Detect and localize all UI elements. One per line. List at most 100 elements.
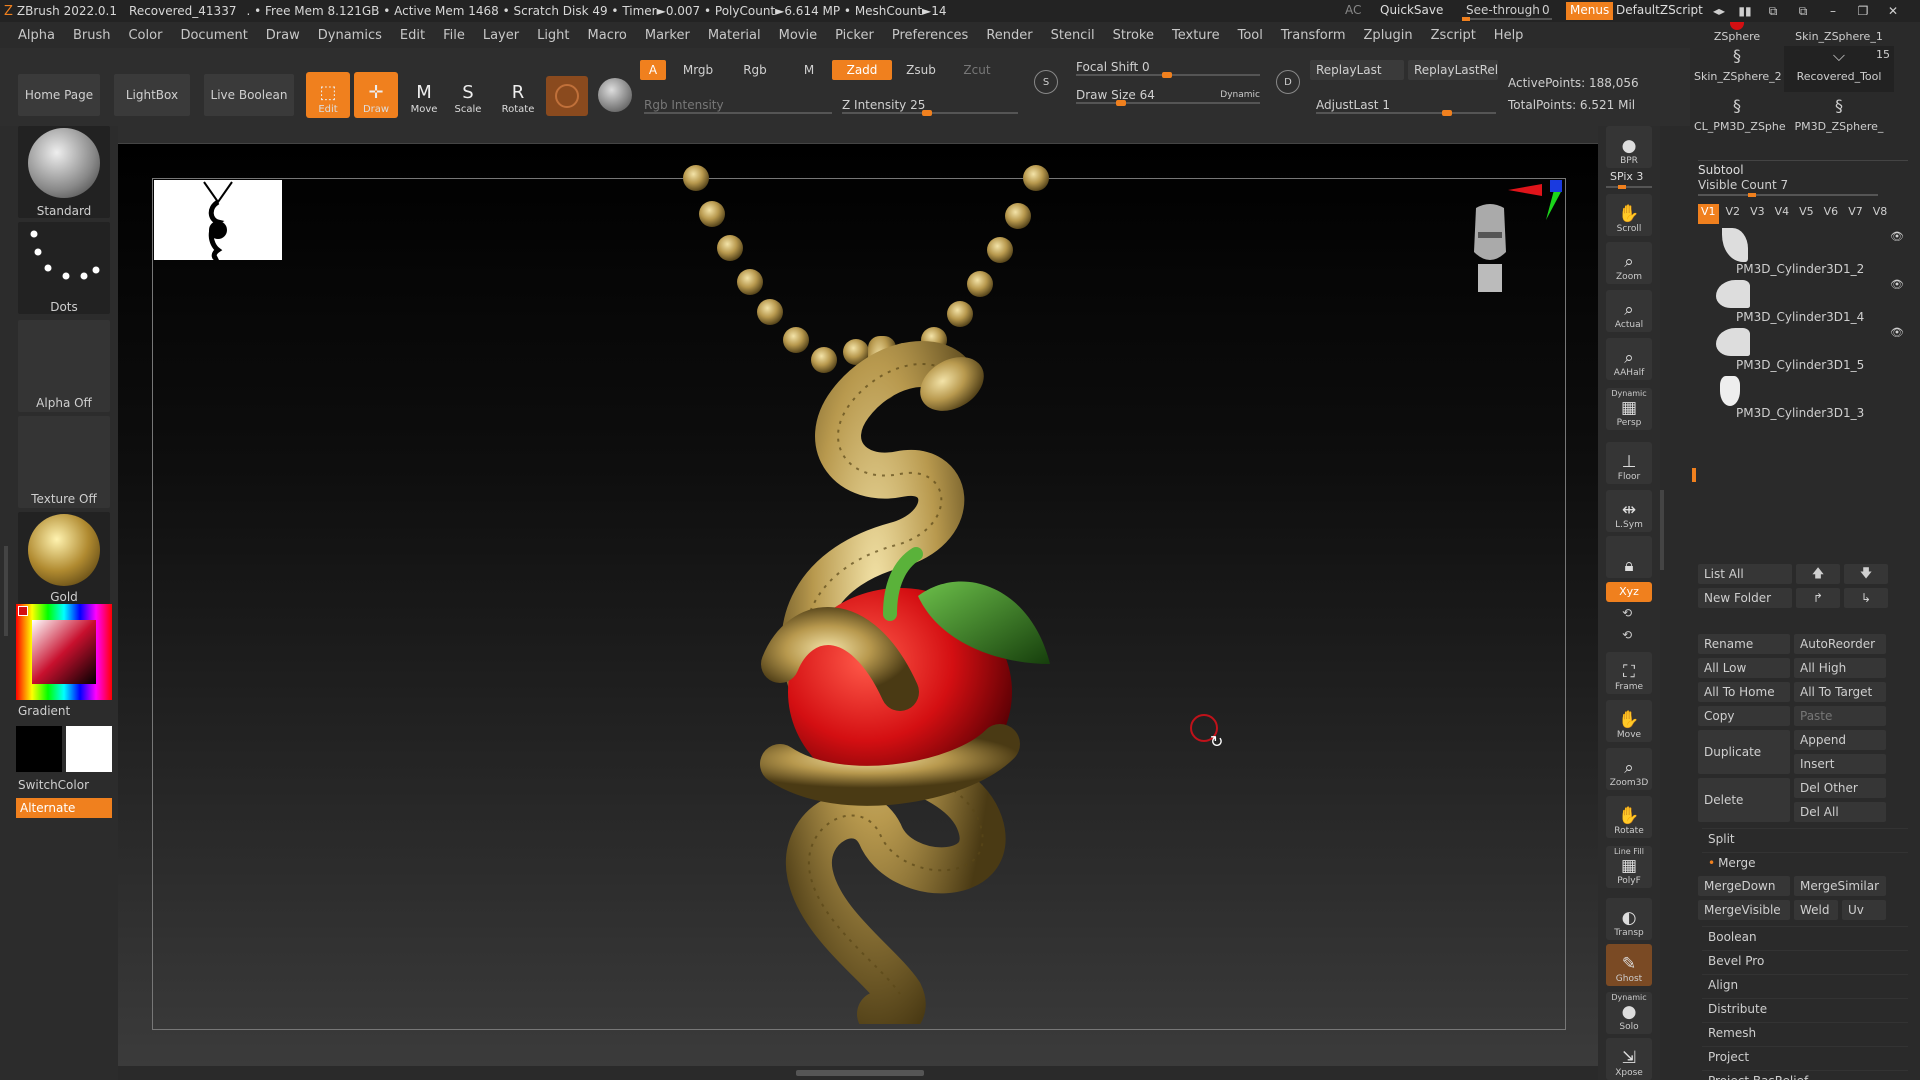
project-section[interactable]: Project [1702, 1046, 1908, 1066]
move-view-button[interactable]: ✋ Move [1606, 700, 1652, 742]
menu-color[interactable]: Color [119, 28, 171, 43]
lsym-button[interactable]: ⇹ L.Sym [1606, 490, 1652, 532]
actual-button[interactable]: ⌕ Actual [1606, 290, 1652, 332]
spix-slider[interactable]: SPix 3 [1606, 170, 1652, 189]
eye-icon[interactable]: 👁︎ [1890, 278, 1904, 291]
all-to-target-button[interactable]: All To Target [1794, 682, 1886, 702]
draw-size-slider[interactable]: Draw Size 64 Dynamic [1076, 88, 1260, 106]
version-v3[interactable]: V3 [1747, 204, 1768, 224]
menu-macro[interactable]: Macro [579, 28, 636, 43]
menu-help[interactable]: Help [1485, 28, 1533, 43]
quicksave-button[interactable]: QuickSave [1380, 3, 1443, 17]
replay-last-button[interactable]: ReplayLast [1310, 60, 1404, 80]
zadd-button[interactable]: Zadd [832, 60, 892, 80]
menu-edit[interactable]: Edit [391, 28, 434, 43]
align-section[interactable]: Align [1702, 974, 1908, 994]
del-other-button[interactable]: Del Other [1794, 778, 1886, 798]
default-zscript-button[interactable]: DefaultZScript [1616, 3, 1703, 17]
material-sphere-button[interactable] [546, 76, 588, 116]
del-all-button[interactable]: Del All [1794, 802, 1886, 822]
zsub-button[interactable]: Zsub [896, 60, 946, 80]
edit-button[interactable]: ⬚ Edit [306, 72, 350, 118]
move-down-button[interactable]: 🡇 [1844, 564, 1888, 584]
menus-toggle[interactable]: Menus [1566, 2, 1614, 20]
layout2-icon[interactable]: ⧉ [1790, 4, 1816, 19]
move-button[interactable]: M Move [402, 72, 446, 118]
minimize-icon[interactable]: – [1820, 4, 1846, 18]
layout-icon[interactable]: ⧉ [1760, 4, 1786, 19]
menu-stroke[interactable]: Stroke [1104, 28, 1163, 43]
primary-color-swatch[interactable] [16, 726, 62, 772]
axis-gizmo-icon[interactable] [1508, 178, 1568, 238]
version-v2[interactable]: V2 [1723, 204, 1744, 224]
move-up-button[interactable]: 🡅 [1796, 564, 1840, 584]
focal-shift-slider[interactable]: Focal Shift 0 [1076, 60, 1260, 78]
pendant-model[interactable] [600, 144, 1140, 1024]
scale-button[interactable]: S Scale [446, 72, 490, 118]
rename-button[interactable]: Rename [1698, 634, 1790, 654]
merge-similar-button[interactable]: MergeSimilar [1794, 876, 1886, 896]
all-low-button[interactable]: All Low [1698, 658, 1790, 678]
scroll-button[interactable]: ✋ Scroll [1606, 194, 1652, 236]
menu-zplugin[interactable]: Zplugin [1355, 28, 1422, 43]
menu-movie[interactable]: Movie [770, 28, 826, 43]
aahalf-button[interactable]: ⌕ AAHalf [1606, 338, 1652, 380]
menu-stencil[interactable]: Stencil [1042, 28, 1104, 43]
version-v7[interactable]: V7 [1845, 204, 1866, 224]
ac-label[interactable]: AC [1345, 3, 1361, 17]
menu-material[interactable]: Material [699, 28, 770, 43]
z-intensity-knob[interactable] [922, 110, 932, 116]
split-section[interactable]: Split [1702, 828, 1908, 848]
merge-down-button[interactable]: MergeDown [1698, 876, 1790, 896]
append-button[interactable]: Append [1794, 730, 1886, 750]
subtool-item[interactable]: PM3D_Cylinder3D1_4 👁︎ [1702, 276, 1908, 324]
merge-visible-button[interactable]: MergeVisible [1698, 900, 1790, 920]
visible-count-slider[interactable]: Visible Count 7 [1698, 178, 1878, 197]
zcut-button[interactable]: Zcut [952, 60, 1002, 80]
transp-button[interactable]: ◐ Transp [1606, 898, 1652, 940]
bpr-button[interactable]: ● BPR [1606, 126, 1652, 168]
all-high-button[interactable]: All High [1794, 658, 1886, 678]
persp-button[interactable]: Dynamic ▦ Persp [1606, 388, 1652, 430]
a-button[interactable]: A [640, 60, 666, 80]
m-button[interactable]: M [796, 60, 822, 80]
sphere-brush-icon[interactable] [598, 78, 632, 112]
live-boolean-button[interactable]: Live Boolean [204, 74, 294, 116]
solo-button[interactable]: Dynamic ● Solo [1606, 992, 1652, 1034]
autoreorder-button[interactable]: AutoReorder [1794, 634, 1886, 654]
rotate-y-icon[interactable]: ⟲ [1622, 606, 1632, 620]
maximize-icon[interactable]: ❐ [1850, 4, 1876, 18]
palette-icon[interactable]: ◂▸ [1708, 4, 1730, 18]
rgb-intensity-slider[interactable]: Rgb Intensity [644, 98, 832, 114]
rotate-z-icon[interactable]: ⟲ [1622, 628, 1632, 642]
uv-button[interactable]: Uv [1842, 900, 1886, 920]
ghost-button[interactable]: ✎ Ghost [1606, 944, 1652, 986]
tool-thumb-skin-zsphere-2[interactable]: § Skin_ZSphere_2 [1694, 46, 1782, 92]
eye-icon[interactable]: 👁︎ [1890, 326, 1904, 339]
menu-picker[interactable]: Picker [826, 28, 883, 43]
project-basrelief-section[interactable]: Project BasRelief [1702, 1070, 1908, 1080]
xpose-button[interactable]: ⇲ Xpose [1606, 1038, 1652, 1080]
copy-button[interactable]: Copy [1698, 706, 1790, 726]
draw-button[interactable]: ✛ Draw [354, 72, 398, 118]
color-picker[interactable] [16, 604, 112, 700]
rgb-button[interactable]: Rgb [730, 60, 780, 80]
subtool-item[interactable]: PM3D_Cylinder3D1_5 👁︎ [1702, 324, 1908, 372]
version-v6[interactable]: V6 [1821, 204, 1842, 224]
xyz-button[interactable]: Xyz [1606, 582, 1652, 602]
weld-button[interactable]: Weld [1794, 900, 1838, 920]
polyf-button[interactable]: Line Fill ▦ PolyF [1606, 846, 1652, 888]
palette2-icon[interactable]: ▮▮ [1734, 4, 1756, 18]
tool-thumb-skin-zsphere-1[interactable]: Skin_ZSphere_1 [1784, 22, 1894, 43]
menu-alpha[interactable]: Alpha [0, 28, 64, 43]
orientation-head-icon[interactable] [1470, 202, 1510, 298]
left-tray-handle[interactable] [4, 546, 8, 636]
menu-light[interactable]: Light [528, 28, 578, 43]
folder-in-button[interactable]: ↱ [1796, 588, 1840, 608]
lazy-d-icon[interactable]: D [1276, 70, 1300, 94]
version-v8[interactable]: V8 [1870, 204, 1891, 224]
menu-file[interactable]: File [434, 28, 474, 43]
menu-brush[interactable]: Brush [64, 28, 120, 43]
navigator-thumbnail[interactable] [154, 180, 282, 261]
menu-layer[interactable]: Layer [474, 28, 528, 43]
